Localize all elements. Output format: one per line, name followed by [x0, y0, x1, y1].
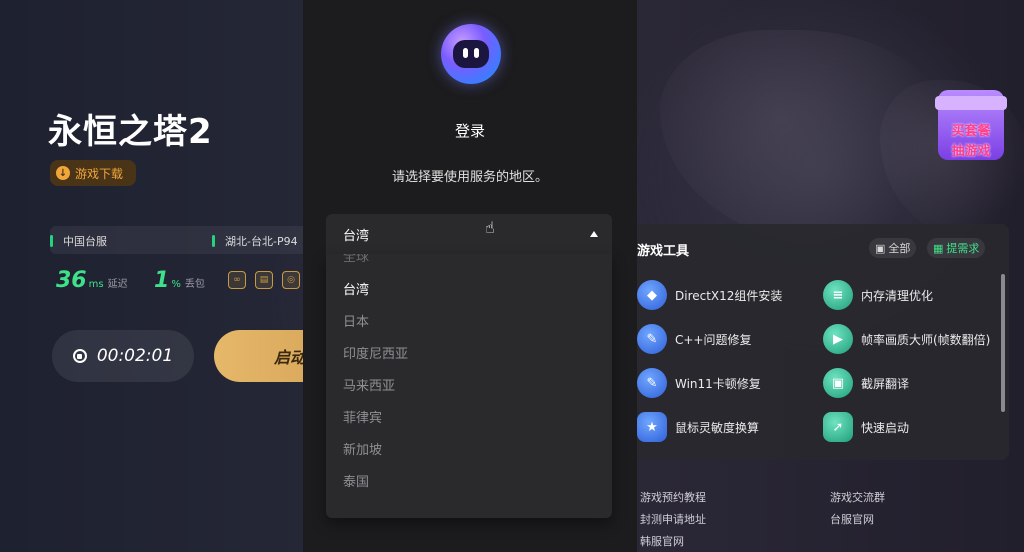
stop-icon: [72, 349, 87, 363]
dropdown-option[interactable]: 新加坡: [326, 432, 612, 464]
logo-face: [453, 40, 489, 68]
latency-value: 36: [56, 268, 87, 293]
tool-item[interactable]: ★ 鼠标灵敏度换算: [637, 412, 759, 442]
screenshot-translate-icon: ▣: [823, 368, 853, 398]
node-indicator: [212, 235, 215, 247]
tool-label: 内存清理优化: [861, 288, 934, 303]
settings-icon[interactable]: ▤: [255, 271, 273, 289]
dropdown-option[interactable]: 菲律宾: [326, 400, 612, 432]
game-title: 永恒之塔2: [48, 112, 213, 152]
memory-clean-icon: ≡: [823, 280, 853, 310]
grid-icon: ▣: [875, 241, 886, 255]
tools-scrollbar[interactable]: [1001, 274, 1005, 412]
start-label: 启动: [274, 348, 307, 367]
login-modal: 登录 请选择要使用服务的地区。 台湾 ☝ 全球 台湾 日本 印度尼西亚 马来西亚…: [303, 0, 637, 552]
region-select-value: 台湾: [343, 228, 370, 244]
download-label: 游戏下载: [75, 166, 124, 181]
app-logo: [441, 24, 501, 84]
loss-unit: %: [171, 279, 181, 290]
tool-item[interactable]: ▶ 帧率画质大师(帧数翻倍): [823, 324, 990, 354]
all-tools-label: 全部: [888, 242, 911, 255]
dropdown-option[interactable]: 全球: [326, 254, 612, 265]
latency-label: 延迟: [107, 279, 128, 290]
link-tw-site[interactable]: 台服官网: [830, 511, 874, 527]
latency-unit: ms: [88, 279, 104, 290]
link-icon[interactable]: ∞: [228, 271, 246, 289]
directx-icon: ◆: [637, 280, 667, 310]
gift-lid: [935, 96, 1007, 110]
link-kr-site[interactable]: 韩服官网: [640, 533, 684, 549]
tool-item[interactable]: ▣ 截屏翻译: [823, 368, 909, 398]
dropdown-option[interactable]: 泰国: [326, 464, 612, 496]
stop-timer-button[interactable]: 00:02:01: [52, 330, 194, 382]
dropdown-option[interactable]: 马来西亚: [326, 368, 612, 400]
tool-label: C++问题修复: [675, 332, 752, 347]
server-node: 湖北-台北-P94: [225, 235, 298, 248]
all-tools-button[interactable]: ▣ 全部: [869, 238, 917, 258]
tool-item[interactable]: ✎ Win11卡顿修复: [637, 368, 761, 398]
loss-label: 丢包: [184, 279, 205, 290]
packet-loss-stat: 1 % 丢包: [154, 268, 205, 293]
tool-item[interactable]: ✎ C++问题修复: [637, 324, 752, 354]
tool-label: 鼠标灵敏度换算: [675, 420, 760, 435]
game-tools-panel: 游戏工具 ▣ 全部 ▦ 提需求 ◆ DirectX12组件安装 ≡ 内存清理优化…: [637, 224, 1009, 460]
login-title: 登录: [454, 122, 485, 140]
tool-item[interactable]: ◆ DirectX12组件安装: [637, 280, 782, 310]
server-selector[interactable]: 中国台服 湖北-台北-P94: [50, 226, 310, 254]
mouse-icon: ★: [637, 412, 667, 442]
quick-launch-icon: ➚: [823, 412, 853, 442]
logo-eye: [474, 48, 479, 58]
caret-up-icon: [590, 231, 598, 237]
dropdown-option-selected[interactable]: 台湾: [326, 272, 612, 304]
request-button[interactable]: ▦ 提需求: [927, 238, 986, 258]
download-icon: ↓: [56, 166, 70, 180]
group-icon[interactable]: ◎: [282, 271, 300, 289]
request-icon: ▦: [933, 241, 944, 255]
promo-line1: 买套餐: [951, 124, 991, 139]
latency-stat: 36 ms 延迟: [56, 268, 128, 293]
tool-item[interactable]: ➚ 快速启动: [823, 412, 909, 442]
link-community-group[interactable]: 游戏交流群: [830, 489, 885, 505]
promo-gift-banner[interactable]: 买套餐 抽游戏: [935, 90, 1007, 160]
link-beta-apply[interactable]: 封测申请地址: [640, 511, 706, 527]
fps-icon: ▶: [823, 324, 853, 354]
dropdown-option[interactable]: 日本: [326, 304, 612, 336]
link-booking-guide[interactable]: 游戏预约教程: [640, 489, 706, 505]
download-button[interactable]: ↓ 游戏下载: [50, 160, 136, 186]
wrench-icon: ✎: [637, 324, 667, 354]
login-subtitle: 请选择要使用服务的地区。: [391, 170, 548, 185]
region-dropdown[interactable]: 全球 台湾 日本 印度尼西亚 马来西亚 菲律宾 新加坡 泰国: [326, 254, 612, 518]
tool-label: 截屏翻译: [861, 376, 910, 391]
region-select[interactable]: 台湾: [326, 214, 612, 254]
loss-value: 1: [154, 268, 170, 293]
hand-cursor-icon: ☝: [485, 218, 495, 237]
wrench-icon: ✎: [637, 368, 667, 398]
tool-label: Win11卡顿修复: [675, 376, 761, 391]
promo-line2: 抽游戏: [951, 144, 991, 159]
server-region: 中国台服: [63, 235, 107, 248]
tool-label: 帧率画质大师(帧数翻倍): [861, 332, 991, 347]
request-label: 提需求: [946, 242, 980, 255]
tool-label: DirectX12组件安装: [675, 288, 783, 303]
logo-eye: [463, 48, 468, 58]
tool-label: 快速启动: [861, 420, 910, 435]
tool-item[interactable]: ≡ 内存清理优化: [823, 280, 933, 310]
server-indicator: [50, 235, 53, 247]
tools-title: 游戏工具: [637, 244, 690, 259]
timer-value: 00:02:01: [96, 346, 174, 366]
dropdown-option[interactable]: 印度尼西亚: [326, 336, 612, 368]
